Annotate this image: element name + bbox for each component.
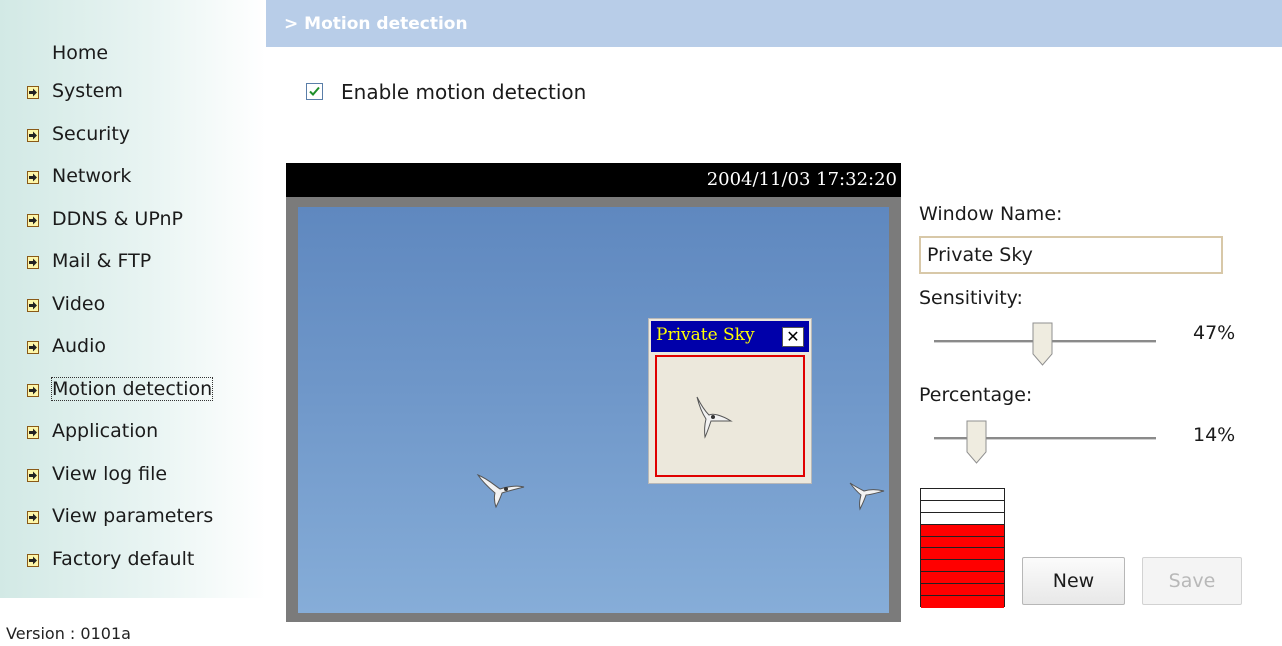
sidebar-item-view-parameters[interactable]: View parameters: [0, 501, 266, 544]
enable-motion-label: Enable motion detection: [341, 80, 587, 104]
arrow-right-icon: [27, 468, 39, 482]
sidebar-item-network[interactable]: Network: [0, 161, 266, 204]
sidebar-item-ddns-upnp[interactable]: DDNS & UPnP: [0, 204, 266, 247]
sidebar-item-label: DDNS & UPnP: [52, 207, 183, 230]
motion-window[interactable]: Private Sky ✕: [648, 318, 812, 484]
meter-segment: [921, 560, 1004, 573]
sidebar-item-factory-default[interactable]: Factory default: [0, 544, 266, 587]
camera-timestamp: 2004/11/03 17:32:20: [706, 169, 897, 190]
sidebar-item-label: View log file: [52, 462, 168, 485]
meter-segment: [921, 595, 1004, 608]
sidebar-item-label: View parameters: [52, 505, 214, 527]
sidebar-item-label: Audio: [52, 335, 107, 357]
sensitivity-label: Sensitivity:: [919, 287, 1023, 309]
arrow-right-icon: [27, 383, 39, 397]
sidebar-menu: System Security Network DDNS & UPnP Mail & F…: [0, 76, 266, 586]
arrow-right-icon: [27, 426, 39, 439]
version-label: Version : 0101a: [6, 624, 131, 643]
sidebar-item-label: Factory default: [52, 547, 195, 570]
sidebar-item-view-log-file[interactable]: View log file: [0, 459, 266, 502]
motion-window-title-bar[interactable]: Private Sky ✕: [651, 321, 809, 352]
page-title-bar: > Motion detection: [266, 0, 1282, 47]
sidebar-item-motion-detection[interactable]: Motion detection: [0, 374, 266, 417]
meter-segment: [921, 548, 1004, 561]
motion-window-area[interactable]: [655, 355, 805, 477]
sensitivity-value: 47%: [1193, 322, 1236, 344]
sidebar-item-video[interactable]: Video: [0, 289, 266, 332]
sidebar-item-home[interactable]: Home: [52, 42, 108, 64]
meter-segment: [921, 500, 1004, 513]
arrow-right-icon: [27, 553, 39, 567]
page-title: > Motion detection: [284, 14, 468, 34]
arrow-right-icon: [27, 213, 39, 227]
meter-segment: [921, 524, 1004, 537]
bird-image: [849, 482, 885, 511]
arrow-right-icon: [27, 341, 39, 354]
percentage-slider-thumb[interactable]: [966, 420, 987, 464]
checkmark-icon: [309, 86, 320, 96]
sidebar-item-mail-ftp[interactable]: Mail & FTP: [0, 246, 266, 289]
sidebar: Home System Security Network DDNS & UPnP Mai…: [0, 0, 266, 598]
arrow-right-icon: [27, 511, 39, 524]
close-icon[interactable]: ✕: [782, 327, 804, 347]
sidebar-item-system[interactable]: System: [0, 76, 266, 119]
new-window-button[interactable]: New: [1022, 557, 1125, 605]
sidebar-item-application[interactable]: Application: [0, 416, 266, 459]
meter-segment: [921, 584, 1004, 596]
sidebar-item-label: Video: [52, 292, 106, 315]
sensitivity-slider-thumb[interactable]: [1032, 322, 1053, 366]
motion-level-meter: [920, 488, 1005, 608]
sidebar-item-security[interactable]: Security: [0, 119, 266, 162]
sidebar-item-label: Application: [52, 420, 159, 442]
meter-segment: [921, 536, 1004, 549]
percentage-value: 14%: [1193, 424, 1236, 446]
arrow-right-icon: [27, 128, 39, 142]
motion-window-name: Private Sky: [656, 325, 755, 345]
sidebar-item-label: Mail & FTP: [52, 250, 152, 272]
meter-segment: [921, 512, 1004, 525]
arrow-right-icon: [27, 171, 39, 184]
sidebar-item-label: Motion detection: [50, 376, 214, 401]
save-button[interactable]: Save: [1142, 557, 1242, 605]
camera-header: 2004/11/03 17:32:20: [286, 163, 901, 197]
arrow-right-icon: [27, 86, 39, 99]
sidebar-item-label: Security: [52, 122, 131, 145]
window-name-input[interactable]: [919, 236, 1223, 274]
sidebar-item-audio[interactable]: Audio: [0, 331, 266, 374]
window-name-label: Window Name:: [919, 203, 1063, 225]
enable-motion-checkbox[interactable]: [306, 83, 323, 100]
sidebar-item-label: System: [52, 80, 123, 102]
arrow-right-icon: [27, 298, 39, 312]
bird-image: [696, 396, 733, 439]
arrow-right-icon: [27, 256, 39, 269]
bird-image: [476, 473, 525, 509]
sidebar-item-label: Network: [52, 165, 132, 187]
meter-segment: [921, 572, 1004, 584]
percentage-label: Percentage:: [919, 384, 1033, 406]
meter-segment: [921, 489, 1004, 501]
